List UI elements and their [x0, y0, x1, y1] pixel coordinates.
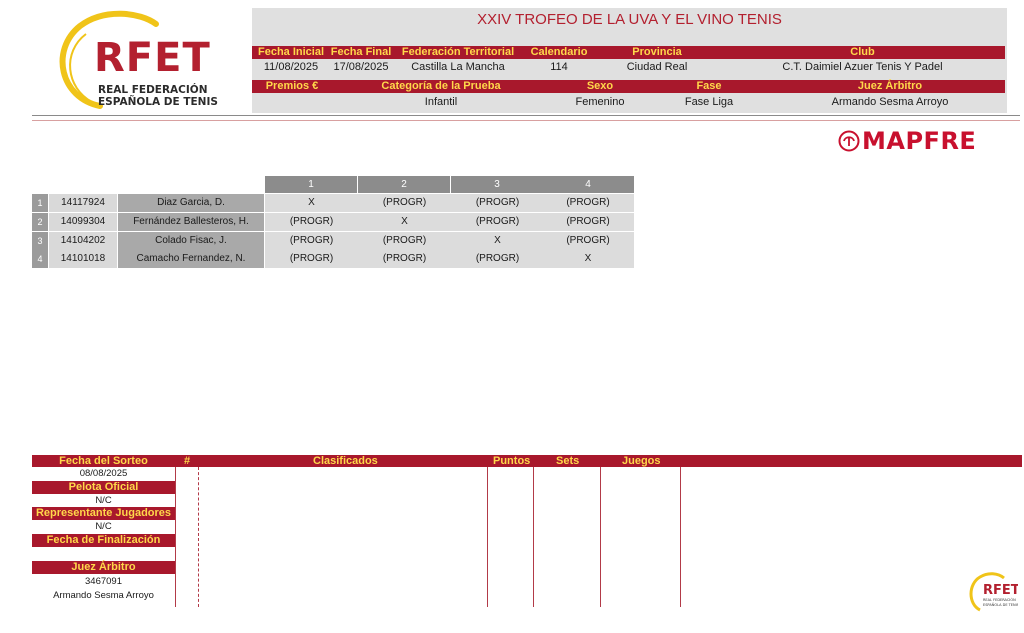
player-license: 14104202: [49, 232, 117, 250]
value-categoria: Infantil: [424, 96, 458, 108]
grid-col-header-1: 1: [265, 176, 357, 193]
match-cell: X: [451, 232, 544, 250]
table-row: 4 14101018 Camacho Fernandez, N. (PROGR)…: [32, 250, 634, 268]
header-premios: Premios €: [265, 80, 319, 92]
label-fecha-finalizacion: Fecha de Finalización: [32, 534, 175, 547]
match-cell: (PROGR): [451, 194, 544, 212]
label-fecha-sorteo: Fecha del Sorteo: [32, 455, 175, 467]
logo-line-2: ESPAÑOLA DE TENIS: [98, 96, 218, 108]
results-header-hash: #: [184, 455, 191, 467]
match-cell: X: [542, 250, 634, 268]
player-license: 14099304: [49, 213, 117, 231]
mapfre-emblem-icon: [838, 130, 860, 152]
value-club: C.T. Daimiel Azuer Tenis Y Padel: [782, 61, 943, 73]
row-number: 4: [32, 250, 48, 268]
results-header-juegos: Juegos: [622, 455, 661, 467]
row-number: 2: [32, 213, 48, 231]
player-name: Colado Fisac, J.: [118, 232, 264, 250]
match-cell: (PROGR): [542, 232, 634, 250]
player-name: Diaz Garcia, D.: [118, 194, 264, 212]
header-fecha-inicial: Fecha Inicial: [257, 46, 325, 58]
match-cell: (PROGR): [358, 194, 451, 212]
column-divider: [680, 467, 681, 607]
header-divider: [32, 115, 1020, 116]
value-juez-id: 3467091: [85, 576, 122, 587]
player-name: Camacho Fernandez, N.: [118, 250, 264, 268]
grid-col-header-3: 3: [451, 176, 543, 193]
player-license: 14101018: [49, 250, 117, 268]
value-fecha-final: 17/08/2025: [333, 61, 389, 73]
match-cell: (PROGR): [265, 250, 358, 268]
value-sexo: Femenino: [575, 96, 625, 108]
label-representante: Representante Jugadores: [32, 507, 175, 520]
logo-line-1: REAL FEDERACIÓN: [98, 84, 208, 96]
match-cell: (PROGR): [358, 250, 451, 268]
results-header-sets: Sets: [556, 455, 580, 467]
column-divider: [175, 467, 176, 607]
header-juez-arbitro: Juez Árbitro: [857, 80, 923, 92]
value-fase: Fase Liga: [684, 96, 734, 108]
label-juez-arbitro: Juez Árbitro: [32, 561, 175, 574]
column-divider: [533, 467, 534, 607]
match-cell: (PROGR): [451, 250, 544, 268]
event-title: XXIV TROFEO DE LA UVA Y EL VINO TENIS: [477, 11, 782, 28]
value-provincia: Ciudad Real: [626, 61, 688, 73]
player-license: 14117924: [49, 194, 117, 212]
value-pelota-oficial: N/C: [95, 495, 112, 506]
value-juez-name: Armando Sesma Arroyo: [53, 590, 154, 601]
header-categoria: Categoría de la Prueba: [381, 80, 501, 92]
player-name: Fernández Ballesteros, H.: [118, 213, 264, 231]
value-juez-arbitro: Armando Sesma Arroyo: [831, 96, 949, 108]
column-divider: [600, 467, 601, 607]
match-cell: (PROGR): [265, 232, 358, 250]
label-pelota-oficial: Pelota Oficial: [32, 481, 175, 494]
grid-col-header-4: 4: [542, 176, 634, 193]
header-federacion: Federación Territorial: [401, 46, 515, 58]
table-row: 1 14117924 Diaz Garcia, D. X (PROGR) (PR…: [32, 194, 634, 212]
svg-text:ESPAÑOLA DE TENIS: ESPAÑOLA DE TENIS: [983, 602, 1018, 607]
table-row: 3 14104202 Colado Fisac, J. (PROGR) (PRO…: [32, 232, 634, 250]
rfet-logo: RFET REAL FEDERACIÓN ESPAÑOLA DE TENIS: [52, 10, 218, 110]
match-cell: (PROGR): [542, 213, 634, 231]
row-number: 3: [32, 232, 48, 250]
match-cell: (PROGR): [542, 194, 634, 212]
table-row: 2 14099304 Fernández Ballesteros, H. (PR…: [32, 213, 634, 231]
match-cell: (PROGR): [358, 232, 451, 250]
row-number: 1: [32, 194, 48, 212]
column-divider: [198, 467, 199, 607]
tennis-ball-arc-icon: RFET REAL FEDERACIÓN ESPAÑOLA DE TENIS: [969, 572, 1020, 612]
value-fecha-sorteo: 08/08/2025: [79, 468, 128, 479]
header-provincia: Provincia: [632, 46, 682, 58]
header-sexo: Sexo: [586, 80, 614, 92]
results-header-puntos: Puntos: [493, 455, 531, 467]
svg-text:RFET: RFET: [983, 583, 1018, 598]
match-cell: X: [358, 213, 451, 231]
match-cell: (PROGR): [451, 213, 544, 231]
value-federacion: Castilla La Mancha: [411, 61, 505, 73]
header-fase: Fase: [696, 80, 722, 92]
rfet-small-logo: RFET REAL FEDERACIÓN ESPAÑOLA DE TENIS: [966, 572, 1020, 612]
logo-letters: RFET: [94, 35, 211, 81]
svg-text:REAL FEDERACIÓN: REAL FEDERACIÓN: [983, 597, 1016, 602]
sponsor-name: MAPFRE: [862, 127, 977, 155]
value-calendario: 114: [550, 61, 568, 73]
match-cell: X: [265, 194, 358, 212]
results-header-clasificados: Clasificados: [313, 455, 378, 467]
header-club: Club: [850, 46, 875, 58]
grid-col-header-2: 2: [358, 176, 450, 193]
value-fecha-inicial: 11/08/2025: [263, 61, 319, 73]
header-divider-accent: [32, 120, 1020, 121]
header-calendario: Calendario: [530, 46, 588, 58]
value-representante: N/C: [95, 521, 112, 532]
match-cell: (PROGR): [265, 213, 358, 231]
header-fecha-final: Fecha Final: [330, 46, 392, 58]
column-divider: [487, 467, 488, 607]
